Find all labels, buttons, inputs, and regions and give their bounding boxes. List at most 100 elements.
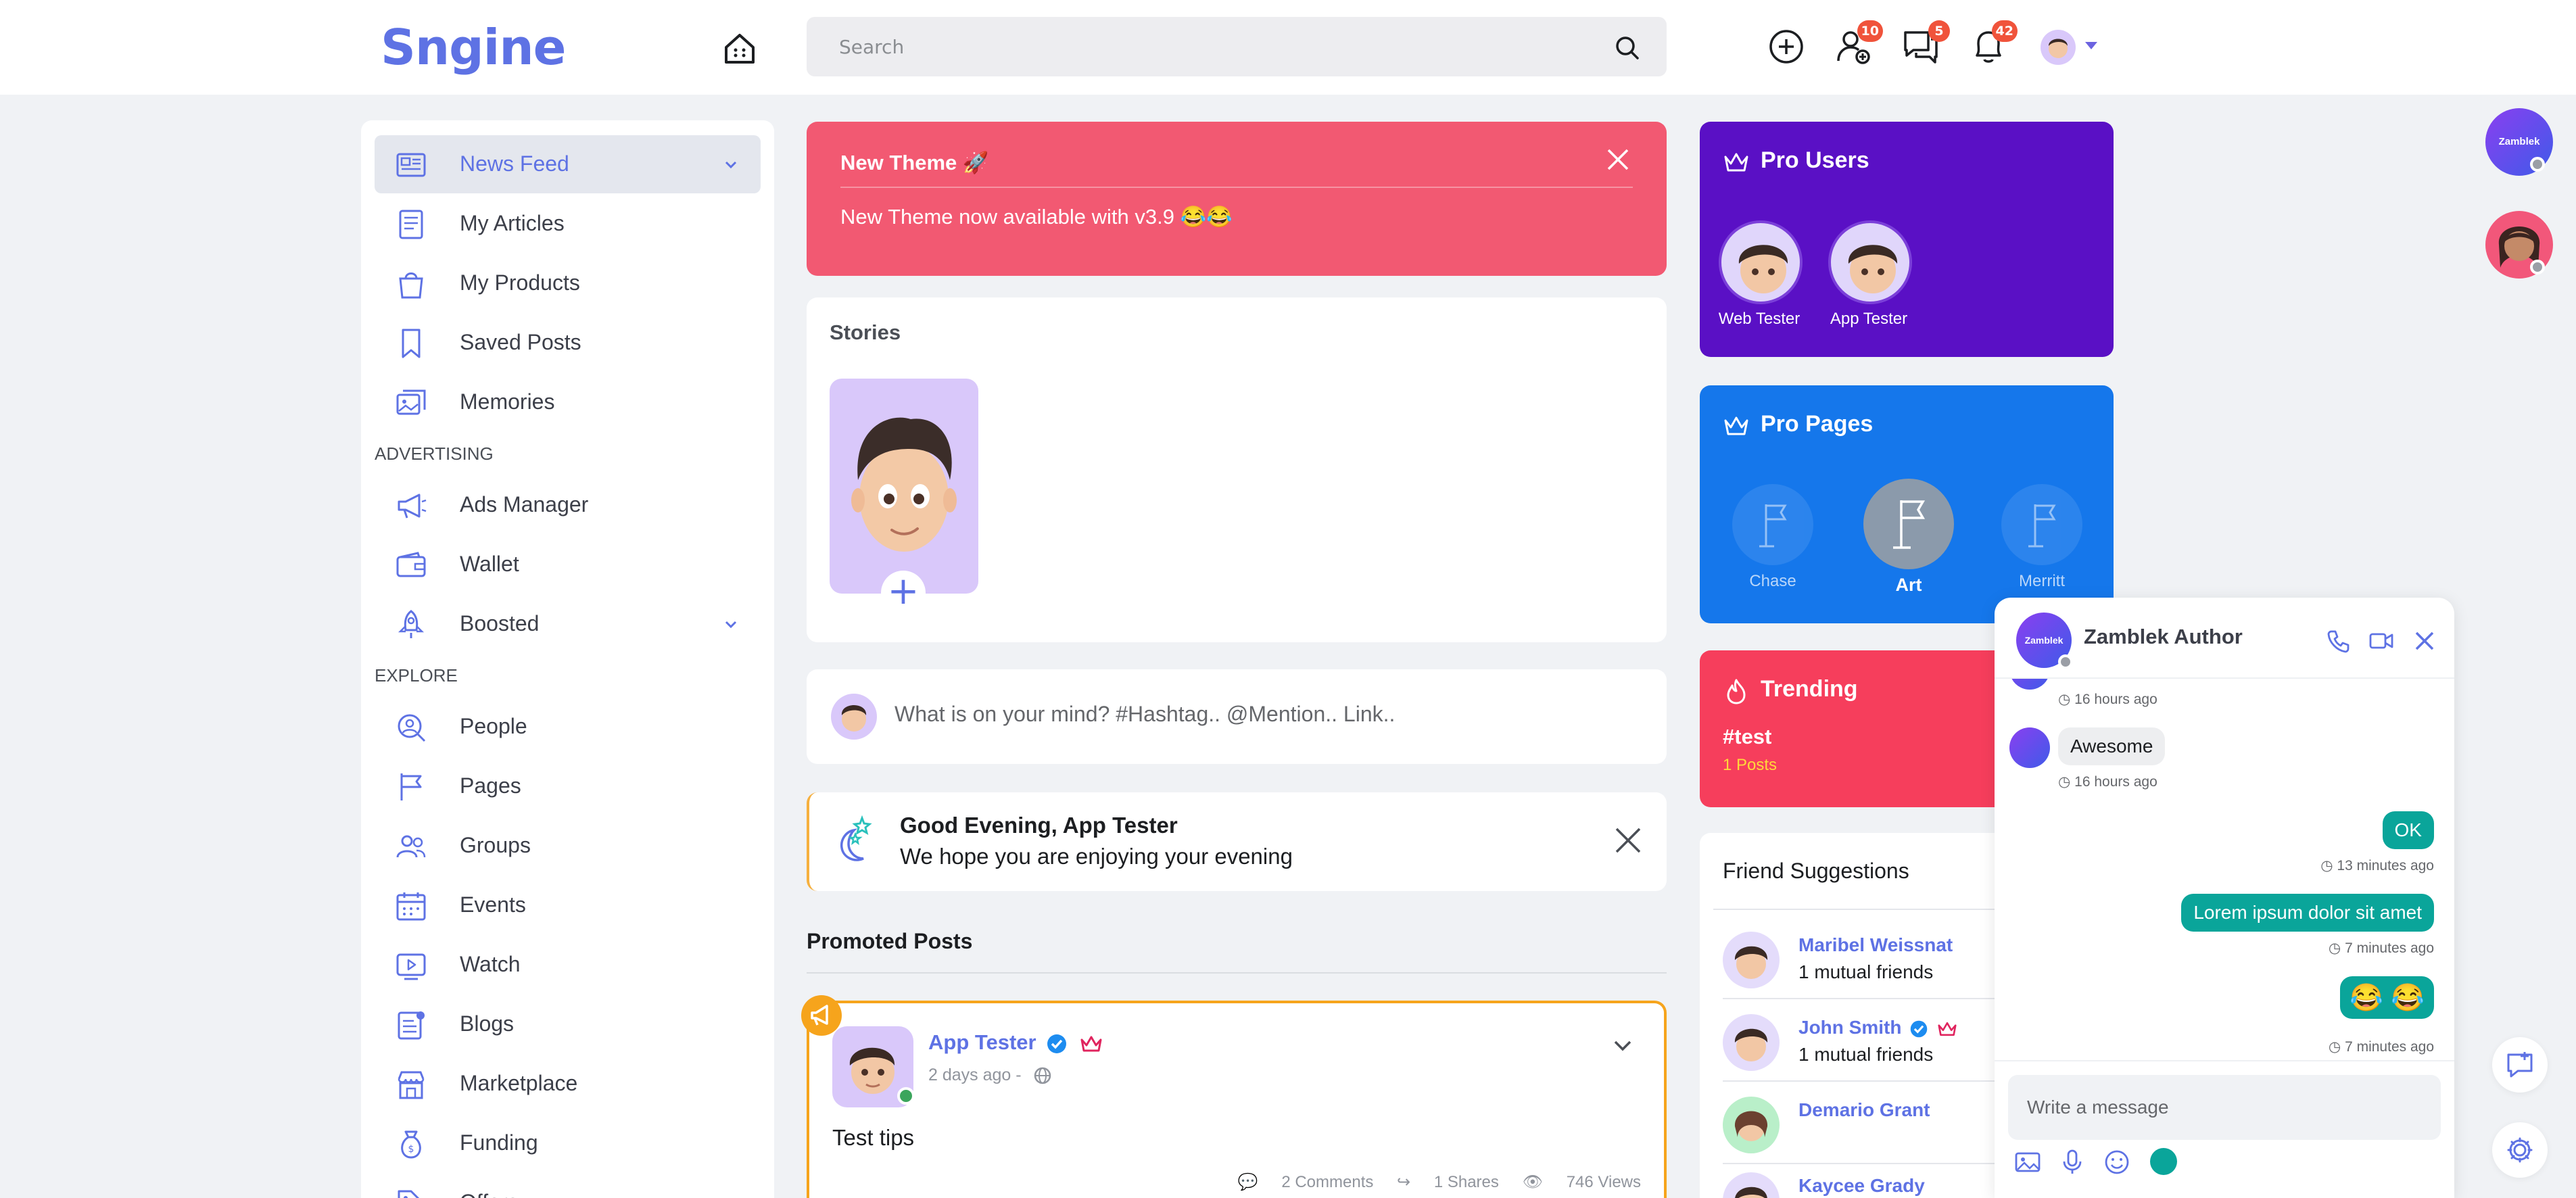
sidebar-item-people[interactable]: People (375, 698, 761, 756)
suggestion-name[interactable]: Kaycee Grady (1798, 1175, 1925, 1197)
online-status-dot (897, 1087, 915, 1105)
add-icon[interactable] (1767, 27, 1806, 66)
shares-count-text: 1 Shares (1433, 1173, 1499, 1191)
sidebar-item-pages[interactable]: Pages (375, 757, 761, 815)
image-upload-icon[interactable] (2013, 1148, 2042, 1176)
sidebar-item-funding[interactable]: $ Funding (375, 1114, 761, 1172)
chevron-down-icon[interactable] (724, 618, 738, 631)
sidebar-item-blogs[interactable]: Blogs (375, 995, 761, 1053)
notifications-bell-icon[interactable]: 42 (1969, 20, 2018, 66)
sidebar-item-events[interactable]: Events (375, 876, 761, 934)
sidebar-item-my-articles[interactable]: My Articles (375, 195, 761, 253)
verified-badge-icon (1910, 1020, 1928, 1037)
pro-page-avatar-art[interactable] (1863, 479, 1954, 569)
pro-user-name[interactable]: Web Tester (1698, 310, 1820, 329)
search-input[interactable] (839, 32, 1583, 62)
chevron-down-icon[interactable] (1611, 1034, 1634, 1057)
money-bag-icon: $ (395, 1128, 427, 1160)
user-avatar[interactable] (2041, 30, 2076, 65)
sidebar-item-label: Watch (460, 952, 521, 976)
pro-user-avatar-web-tester[interactable] (1719, 220, 1803, 304)
user-menu-caret-icon[interactable] (2085, 42, 2097, 49)
message-time-text: 16 hours ago (2074, 692, 2157, 707)
messages-icon[interactable]: 5 (1901, 20, 1950, 66)
pro-page-name[interactable]: Art (1841, 575, 1976, 596)
blog-icon (395, 1009, 427, 1041)
offline-status-dot (2530, 157, 2545, 172)
sidebar-item-label: Groups (460, 833, 531, 857)
new-chat-button[interactable] (2492, 1037, 2548, 1093)
chat-contact-name[interactable]: Zamblek Author (2084, 625, 2243, 649)
my-story-thumbnail[interactable] (830, 379, 978, 594)
post-composer[interactable]: What is on your mind? #Hashtag.. @Mentio… (807, 669, 1667, 764)
pro-page-name[interactable]: Chase (1705, 572, 1840, 591)
trending-hashtag[interactable]: #test (1723, 725, 1771, 749)
sidebar-item-label: People (460, 714, 527, 738)
suggestion-avatar[interactable] (1723, 932, 1780, 988)
friend-requests-badge: 10 (1857, 20, 1883, 42)
sidebar-item-wallet[interactable]: Wallet (375, 535, 761, 594)
article-icon (395, 208, 427, 241)
chat-settings-button[interactable] (2492, 1122, 2548, 1178)
sidebar-item-label: Pages (460, 773, 521, 798)
globe-icon (1034, 1068, 1051, 1084)
sidebar-item-marketplace[interactable]: Marketplace (375, 1055, 761, 1113)
chat-color-picker[interactable] (2150, 1148, 2177, 1175)
promoted-post: App Tester 2 days ago - Test tips 💬 2 Co… (801, 995, 1667, 1198)
friend-requests-icon[interactable]: 10 (1834, 20, 1883, 66)
pro-user-avatar-app-tester[interactable] (1828, 220, 1912, 304)
sidebar-item-groups[interactable]: Groups (375, 817, 761, 875)
sidebar-item-my-products[interactable]: My Products (375, 254, 761, 312)
people-search-icon (395, 711, 427, 744)
search-icon[interactable] (1614, 34, 1641, 62)
phone-call-icon[interactable] (2324, 627, 2352, 654)
pro-page-avatar-merritt[interactable] (2001, 484, 2082, 565)
suggestion-avatar[interactable] (1723, 1014, 1780, 1071)
sidebar-item-news-feed[interactable]: News Feed (375, 135, 761, 193)
sidebar-item-ads-manager[interactable]: Ads Manager (375, 476, 761, 534)
pro-page-avatar-chase[interactable] (1732, 484, 1813, 565)
sidebar-item-memories[interactable]: Memories (375, 373, 761, 431)
chevron-down-icon[interactable] (724, 158, 738, 172)
pro-page-name[interactable]: Merritt (1974, 572, 2109, 591)
pro-user-name[interactable]: App Tester (1808, 310, 1930, 329)
shares-count[interactable]: ↪ 1 Shares (1397, 1173, 1499, 1191)
suggestion-avatar[interactable] (1723, 1172, 1780, 1198)
bookmark-icon (395, 327, 427, 360)
suggestion-name[interactable]: Demario Grant (1798, 1099, 1930, 1121)
promoted-posts-title: Promoted Posts (807, 929, 973, 953)
post-author-name[interactable]: App Tester (928, 1030, 1103, 1055)
home-icon[interactable] (721, 30, 759, 68)
suggestion-name[interactable]: Maribel Weissnat (1798, 934, 1953, 956)
chat-message-input[interactable] (2027, 1093, 2426, 1122)
close-icon[interactable] (1613, 825, 1644, 856)
message-time-text: 7 minutes ago (2345, 940, 2434, 956)
add-story-button[interactable]: + (881, 571, 926, 615)
messages-badge: 5 (1928, 20, 1950, 42)
suggestion-name[interactable]: John Smith (1798, 1017, 1958, 1038)
sidebar-item-label: Offers (460, 1190, 519, 1198)
alert-message: New Theme now available with v3.9 😂😂 (840, 205, 1233, 229)
comments-count[interactable]: 💬 2 Comments (1238, 1173, 1374, 1191)
video-call-icon[interactable] (2368, 627, 2395, 654)
site-logo[interactable]: Sngine (381, 19, 566, 76)
emoji-icon[interactable] (2103, 1148, 2131, 1176)
fire-icon (1723, 677, 1750, 704)
divider (1995, 1060, 2454, 1061)
close-icon[interactable] (1604, 146, 1631, 173)
close-icon[interactable] (2411, 627, 2438, 654)
verified-badge-icon (1047, 1034, 1067, 1053)
sidebar-item-offers[interactable]: Offers (375, 1174, 761, 1198)
microphone-icon[interactable] (2058, 1148, 2086, 1176)
sidebar-item-watch[interactable]: Watch (375, 936, 761, 994)
suggestion-avatar[interactable] (1723, 1097, 1780, 1153)
composer-placeholder[interactable]: What is on your mind? #Hashtag.. @Mentio… (895, 702, 1395, 727)
pro-users-panel: Pro Users Web Tester App Tester (1700, 122, 2114, 357)
sidebar-item-saved-posts[interactable]: Saved Posts (375, 314, 761, 372)
sidebar-item-boosted[interactable]: Boosted (375, 595, 761, 653)
sidebar-item-label: Boosted (460, 611, 540, 636)
offline-status-dot (2058, 654, 2073, 669)
moon-stars-icon (827, 814, 881, 868)
message-bubble-in: Awesome (2058, 727, 2166, 765)
views-count: 👁 746 Views (1522, 1173, 1641, 1191)
